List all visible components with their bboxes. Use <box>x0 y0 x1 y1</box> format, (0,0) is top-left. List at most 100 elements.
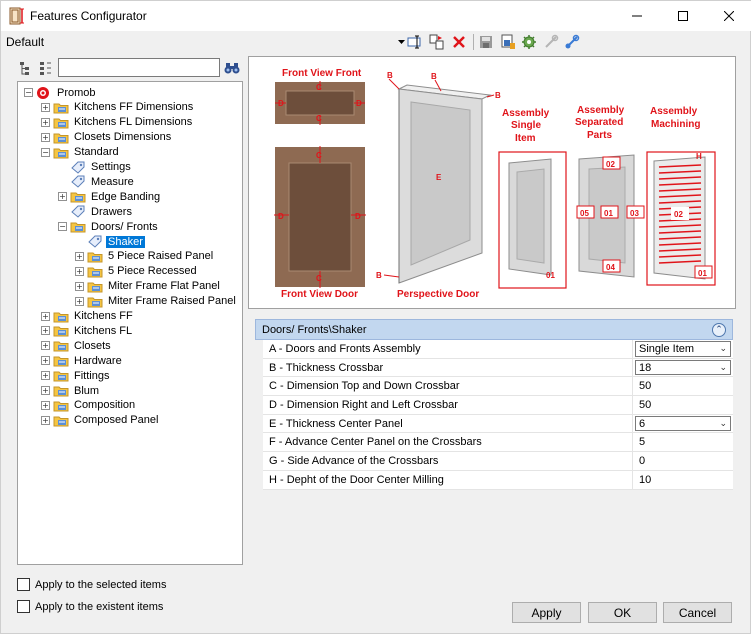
ok-button[interactable]: OK <box>588 602 657 623</box>
property-row[interactable]: C - Dimension Top and Down Crossbar 50 <box>263 377 733 397</box>
property-row[interactable]: F - Advance Center Panel on the Crossbar… <box>263 433 733 453</box>
minimize-button[interactable] <box>614 1 660 31</box>
expand-node-icon[interactable]: + <box>41 356 50 366</box>
property-row[interactable]: G - Side Advance of the Crossbars 0 <box>263 452 733 471</box>
property-row[interactable]: E - Thickness Center Panel 6 ⌄ <box>263 414 733 434</box>
expand-node-icon[interactable]: + <box>75 281 84 291</box>
chevron-down-icon[interactable]: ⌄ <box>719 417 727 431</box>
expand-node-icon[interactable]: + <box>75 266 84 276</box>
value-select[interactable]: 6 ⌄ <box>635 415 731 432</box>
tree-item[interactable]: Settings <box>58 160 133 175</box>
maximize-button[interactable] <box>660 1 706 31</box>
label-d-left: D <box>278 99 284 108</box>
tree-item[interactable]: Drawers <box>58 204 134 219</box>
tree-item[interactable]: − Promob <box>24 85 98 100</box>
cancel-button[interactable]: Cancel <box>663 602 732 623</box>
value-select[interactable]: Single Item ⌄ <box>635 341 731 357</box>
new-preset-button[interactable] <box>428 33 446 51</box>
property-row[interactable]: A - Doors and Fronts Assembly Single Item… <box>263 340 733 359</box>
value-select[interactable]: 18 ⌄ <box>635 359 731 376</box>
expand-node-icon[interactable]: + <box>41 326 50 336</box>
tree-item[interactable]: + Kitchens FL Dimensions <box>41 115 194 130</box>
label-c-bottom: C <box>316 114 322 123</box>
property-value[interactable]: 5 <box>633 433 733 451</box>
export-button[interactable] <box>499 33 517 51</box>
property-value-dropdown[interactable]: 18 ⌄ <box>633 359 733 377</box>
link-button[interactable] <box>542 33 560 51</box>
close-button[interactable] <box>706 1 751 31</box>
property-value[interactable]: 50 <box>633 377 733 395</box>
tree-item[interactable]: + Composition <box>41 398 137 413</box>
collapse-tree-button[interactable] <box>37 59 55 77</box>
tree-item[interactable]: + Miter Frame Flat Panel <box>75 279 222 294</box>
checkbox-box[interactable] <box>17 578 30 591</box>
property-group-header[interactable]: Doors/ Fronts\Shaker ⌃ <box>255 319 733 340</box>
chevron-down-icon[interactable]: ⌄ <box>719 361 727 375</box>
tree-item[interactable]: + Blum <box>41 383 101 398</box>
expand-tree-button[interactable] <box>17 59 35 77</box>
tree-item[interactable]: + Kitchens FL <box>41 323 134 338</box>
expand-node-icon[interactable]: + <box>41 102 50 112</box>
label-e: E <box>436 173 442 182</box>
property-row[interactable]: D - Dimension Right and Left Crossbar 50 <box>263 396 733 415</box>
property-value-dropdown[interactable]: 6 ⌄ <box>633 415 733 433</box>
property-value[interactable]: 10 <box>633 471 733 489</box>
tree-item[interactable]: + Fittings <box>41 368 111 383</box>
property-name: B - Thickness Crossbar <box>263 358 633 377</box>
checkbox-box[interactable] <box>17 600 30 613</box>
tree-item[interactable]: Shaker <box>75 234 145 249</box>
apply-selected-checkbox[interactable]: Apply to the selected items <box>17 578 166 591</box>
delete-preset-button[interactable] <box>450 33 468 51</box>
property-value-dropdown[interactable]: Single Item ⌄ <box>633 340 733 358</box>
expand-node-icon[interactable]: + <box>58 192 67 202</box>
label-d-right: D <box>356 99 362 108</box>
settings-button[interactable] <box>520 33 538 51</box>
tree-item[interactable]: − Doors/ Fronts <box>58 219 160 234</box>
tree-item[interactable]: +5 Piece Raised Panel <box>75 249 215 264</box>
tree-search-input[interactable] <box>58 58 220 77</box>
tree-item[interactable]: Measure <box>58 174 136 189</box>
save-button[interactable] <box>477 33 495 51</box>
rename-button[interactable] <box>406 33 424 51</box>
tree-item[interactable]: − Standard <box>41 145 121 160</box>
expand-node-icon[interactable]: + <box>41 400 50 410</box>
collapse-node-icon[interactable]: − <box>58 222 67 232</box>
property-row[interactable]: H - Depht of the Door Center Milling 10 <box>263 470 733 490</box>
expand-node-icon[interactable]: + <box>75 296 84 306</box>
expand-node-icon[interactable]: + <box>41 311 50 321</box>
expand-node-icon[interactable]: + <box>41 415 50 425</box>
label-b-1: B <box>387 71 393 80</box>
collapse-node-icon[interactable]: − <box>24 88 33 97</box>
expand-node-icon[interactable]: + <box>41 341 50 351</box>
tree-item[interactable]: + Hardware <box>41 353 124 368</box>
part-02-separated: 02 <box>606 160 615 169</box>
tree-item[interactable]: + Kitchens FF Dimensions <box>41 100 195 115</box>
chevron-down-icon[interactable]: ⌄ <box>719 342 727 356</box>
tree-item[interactable]: + Miter Frame Raised Panel <box>75 294 238 309</box>
close-icon <box>724 11 734 21</box>
expand-node-icon[interactable]: + <box>41 371 50 381</box>
apply-existent-checkbox[interactable]: Apply to the existent items <box>17 600 163 613</box>
tree-item[interactable]: +5 Piece Recessed <box>75 264 199 279</box>
connect-button[interactable] <box>563 33 581 51</box>
tree-item[interactable]: + Closets <box>41 338 113 353</box>
part-05-separated: 05 <box>580 209 589 218</box>
expand-node-icon[interactable]: + <box>41 117 50 127</box>
apply-existent-label: Apply to the existent items <box>35 600 164 613</box>
search-button[interactable] <box>223 59 241 77</box>
property-value[interactable]: 0 <box>633 452 733 470</box>
property-row[interactable]: B - Thickness Crossbar 18 ⌄ <box>263 358 733 378</box>
feature-tree[interactable]: − Promob + Kitchens FF Dimensions + Kitchens … <box>17 81 243 565</box>
collapse-chevron-icon[interactable]: ⌃ <box>712 323 726 337</box>
collapse-node-icon[interactable]: − <box>41 147 50 157</box>
tree-item[interactable]: + Edge Banding <box>58 189 162 204</box>
expand-node-icon[interactable]: + <box>75 251 84 261</box>
expand-node-icon[interactable]: + <box>41 132 50 142</box>
tree-item[interactable]: + Closets Dimensions <box>41 130 173 145</box>
apply-button[interactable]: Apply <box>512 602 581 623</box>
tree-item[interactable]: + Kitchens FF <box>41 309 135 324</box>
tree-item[interactable]: + Composed Panel <box>41 413 160 428</box>
property-name: C - Dimension Top and Down Crossbar <box>263 377 633 396</box>
property-value[interactable]: 50 <box>633 396 733 414</box>
expand-node-icon[interactable]: + <box>41 386 50 395</box>
